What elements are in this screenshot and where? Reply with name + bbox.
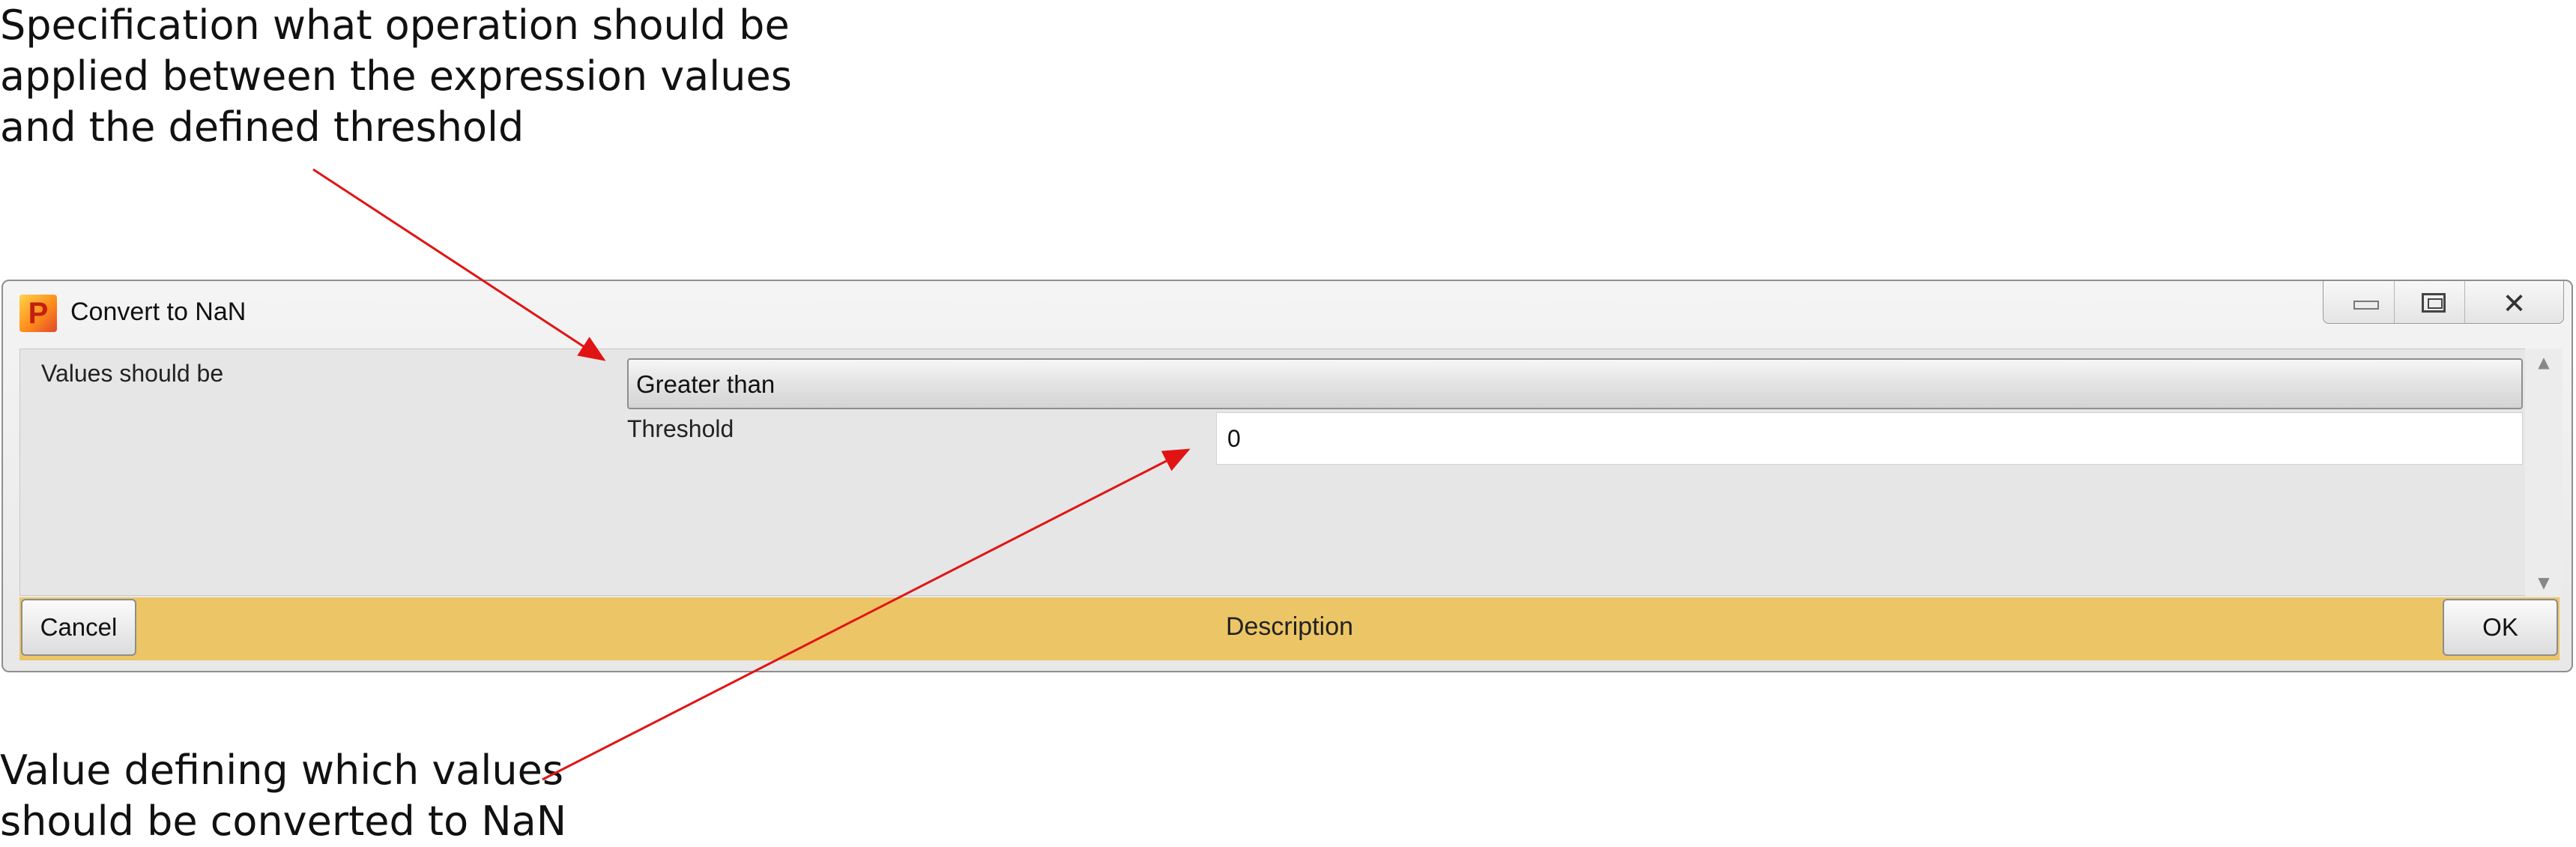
arrow-to-operation-dropdown <box>312 168 606 361</box>
annotation-arrows <box>312 168 1191 781</box>
arrow-to-threshold-input <box>542 448 1191 781</box>
